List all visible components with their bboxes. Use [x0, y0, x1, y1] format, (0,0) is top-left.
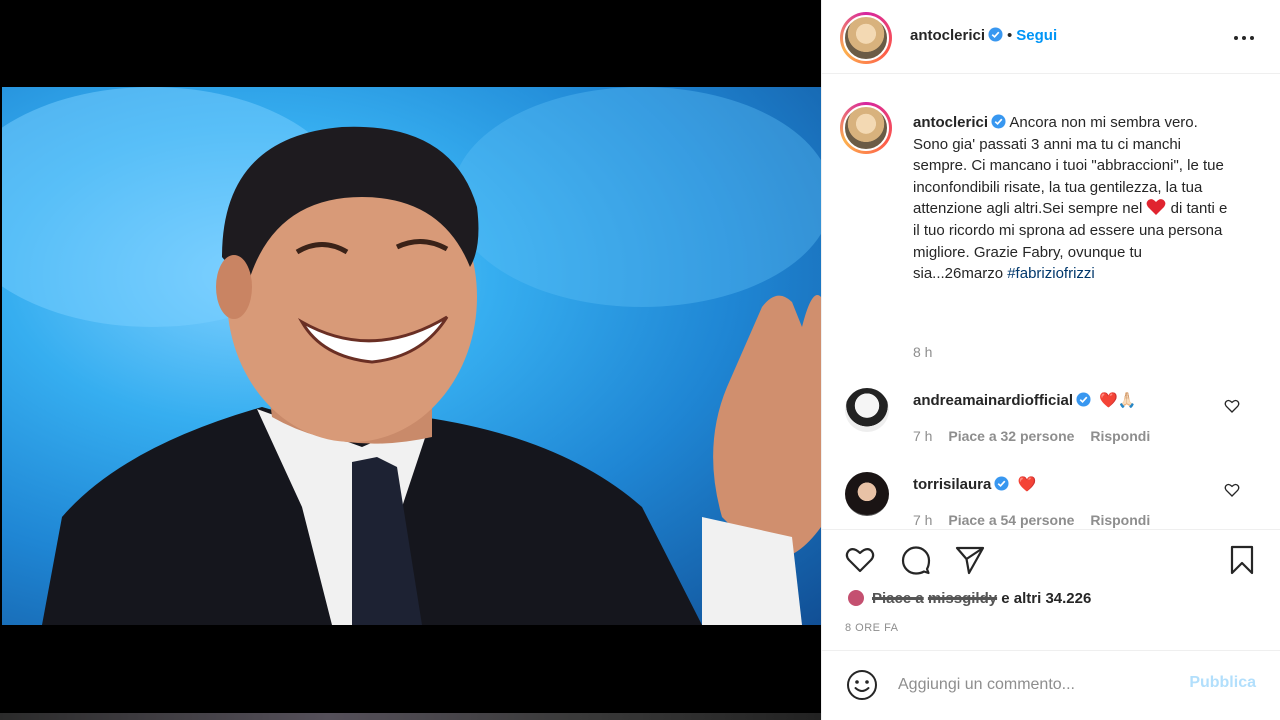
save-icon[interactable] — [1226, 544, 1258, 576]
avatar-image — [843, 105, 889, 151]
comment-meta: 7 h Piace a 54 persone Rispondi — [913, 512, 1162, 528]
comment-time: 7 h — [913, 428, 933, 444]
liker-avatar — [846, 588, 866, 608]
comment-icon[interactable] — [900, 544, 932, 576]
comment-time: 7 h — [913, 512, 933, 528]
comment-composer: Pubblica — [822, 650, 1280, 720]
emoji-icon[interactable] — [846, 669, 878, 701]
separator-dot: • — [1007, 27, 1013, 44]
verified-icon — [988, 27, 1003, 42]
comment-like-icon[interactable] — [1224, 482, 1240, 498]
post-photo[interactable] — [2, 87, 821, 625]
comment-input[interactable] — [898, 671, 1158, 699]
post-date: 8 ORE FA — [845, 622, 899, 634]
share-icon[interactable] — [954, 544, 986, 576]
like-icon[interactable] — [844, 544, 876, 576]
post-header: antoclerici • Segui — [822, 0, 1280, 74]
caption-avatar[interactable] — [840, 102, 892, 154]
likes-prefix: Piace a — [872, 590, 924, 607]
comment-meta: 7 h Piace a 32 persone Rispondi — [913, 428, 1162, 444]
comment-like-icon[interactable] — [1224, 398, 1240, 414]
comment-username[interactable]: torrisilaura — [913, 476, 991, 493]
comment-emoji: ❤️🙏🏻 — [1099, 392, 1137, 409]
verified-icon — [994, 476, 1009, 491]
comment-reply-button[interactable]: Rispondi — [1090, 428, 1150, 444]
comment-username[interactable]: andreamainardiofficial — [913, 392, 1073, 409]
background-strip — [0, 713, 821, 720]
avatar-image — [843, 15, 889, 61]
post-panel: antoclerici • Segui antoclerici Ancora non… — [821, 0, 1280, 720]
comment-likes[interactable]: Piace a 54 persone — [948, 512, 1074, 528]
post-photo-illustration — [2, 87, 821, 625]
caption-username[interactable]: antoclerici — [913, 114, 988, 131]
post-media — [0, 0, 821, 720]
more-options-icon[interactable] — [1234, 28, 1256, 48]
verified-icon — [991, 114, 1006, 129]
publish-button[interactable]: Pubblica — [1189, 674, 1256, 692]
post-actions: Piace a missgildy e altri 34.226 8 ORE F… — [822, 529, 1280, 669]
follow-button[interactable]: Segui — [1016, 27, 1057, 44]
comment-user-line: andreamainardiofficial ❤️🙏🏻 — [913, 391, 1137, 409]
comment-avatar[interactable] — [845, 472, 889, 516]
verified-icon — [1076, 392, 1091, 407]
liker-username[interactable]: missgildy — [928, 590, 997, 607]
comment-user-line: torrisilaura ❤️ — [913, 475, 1036, 493]
comment-reply-button[interactable]: Rispondi — [1090, 512, 1150, 528]
heart-emoji-icon — [1147, 199, 1166, 216]
header-username[interactable]: antoclerici — [910, 27, 985, 44]
caption-time: 8 h — [913, 344, 933, 360]
author-avatar[interactable] — [840, 12, 892, 64]
likes-summary: Piace a missgildy e altri 34.226 — [846, 588, 1091, 608]
comment-avatar[interactable] — [845, 388, 889, 432]
hashtag-link[interactable]: #fabriziofrizzi — [1007, 265, 1095, 282]
header-user-line: antoclerici • Segui — [910, 27, 1057, 45]
comment-likes[interactable]: Piace a 32 persone — [948, 428, 1074, 444]
comment-emoji: ❤️ — [1017, 476, 1037, 493]
caption-text: antoclerici Ancora non mi sembra vero. S… — [913, 112, 1233, 285]
likes-others[interactable]: e altri 34.226 — [1001, 590, 1091, 607]
